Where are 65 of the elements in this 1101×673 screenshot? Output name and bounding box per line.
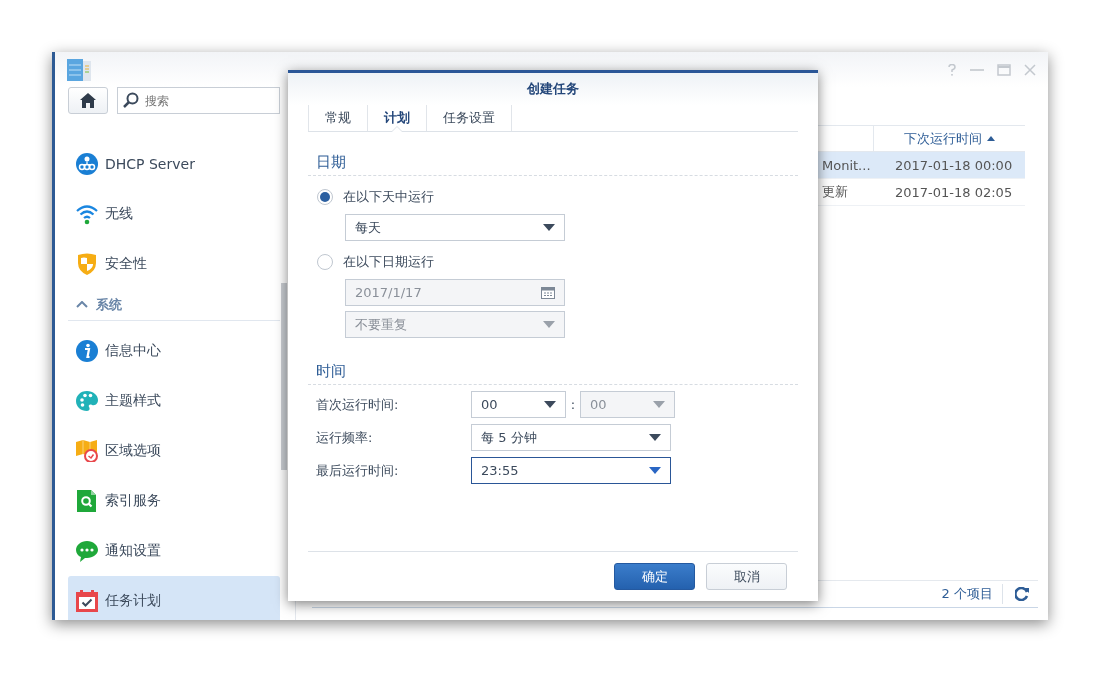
map-clock-icon — [76, 440, 98, 462]
field-label: 最后运行时间: — [315, 461, 400, 480]
caret-icon — [543, 321, 555, 328]
sidebar-item[interactable]: 索引服务 — [68, 476, 280, 526]
help-icon — [947, 63, 957, 76]
caret-icon — [543, 224, 555, 231]
maximize-icon — [997, 63, 1011, 76]
field-label: 首次运行时间: — [315, 395, 400, 414]
section-header[interactable]: 系统 — [68, 289, 280, 321]
refresh-icon — [1015, 587, 1029, 601]
home-button[interactable] — [68, 87, 108, 114]
calendar-check-icon — [76, 590, 98, 612]
refresh-button[interactable] — [1015, 587, 1029, 601]
column-header[interactable]: 下次运行时间 — [873, 126, 1025, 151]
sidebar-item[interactable]: DHCP Server — [68, 139, 280, 189]
caret-icon — [544, 401, 556, 408]
search-icon — [123, 92, 139, 108]
radio-label: 在以下日期运行 — [343, 253, 434, 271]
item-count: 2 个项目 — [941, 584, 1003, 604]
app-icon — [67, 58, 91, 81]
chat-bubble-icon — [76, 540, 98, 562]
caret-icon — [653, 401, 665, 408]
table-cell-text: 2017-01-18 02:05 — [894, 184, 1014, 200]
cancel-button[interactable]: 取消 — [706, 563, 787, 590]
field-label: 运行频率: — [315, 428, 374, 447]
caret-icon — [649, 467, 661, 474]
scrollbar[interactable] — [281, 283, 287, 470]
calendar-icon — [541, 286, 555, 299]
sidebar-item[interactable]: 信息中心 — [68, 326, 280, 376]
info-icon — [76, 340, 98, 362]
sidebar-item[interactable]: 通知设置 — [68, 526, 280, 576]
table-cell-text: 更新 — [821, 183, 849, 201]
dropdown[interactable]: 00 — [471, 391, 566, 418]
radio-button[interactable] — [317, 254, 333, 270]
radio-label: 在以下天中运行 — [343, 188, 434, 206]
dialog-title: 创建任务 — [288, 73, 818, 105]
table-row[interactable]: Monit... 2017-01-18 00:00 — [818, 152, 1025, 179]
shield-icon — [76, 253, 98, 275]
tab[interactable]: 任务设置 — [426, 105, 512, 131]
close-icon — [1024, 63, 1036, 76]
section-title: 日期 — [308, 149, 798, 176]
dropdown[interactable]: 每 5 分钟 — [471, 424, 671, 451]
chevron-up-icon — [76, 301, 88, 308]
document-search-icon — [76, 490, 98, 512]
tab[interactable]: 计划 — [367, 105, 426, 131]
separator-text: : — [569, 397, 577, 412]
sidebar-item[interactable]: 任务计划 — [68, 576, 280, 620]
wifi-icon — [76, 203, 98, 225]
confirm-button[interactable]: 确定 — [614, 563, 695, 590]
sidebar-item[interactable]: 安全性 — [68, 239, 280, 289]
radio-button[interactable] — [317, 189, 333, 205]
caret-icon — [649, 434, 661, 441]
home-icon — [80, 93, 96, 108]
tab[interactable]: 常规 — [308, 105, 367, 131]
sidebar-item[interactable]: 无线 — [68, 189, 280, 239]
dropdown[interactable]: 23:55 — [471, 457, 671, 484]
sidebar-item[interactable]: 主题样式 — [68, 376, 280, 426]
section-title: 时间 — [308, 358, 798, 385]
table-cell-text: 2017-01-18 00:00 — [894, 157, 1014, 173]
palette-icon — [76, 390, 98, 412]
network-icon — [76, 153, 98, 175]
dropdown[interactable]: 每天 — [345, 214, 565, 241]
sidebar-item[interactable]: 区域选项 — [68, 426, 280, 476]
table-cell-text: Monit... — [821, 157, 872, 173]
search-field[interactable]: 搜索 — [117, 87, 280, 114]
